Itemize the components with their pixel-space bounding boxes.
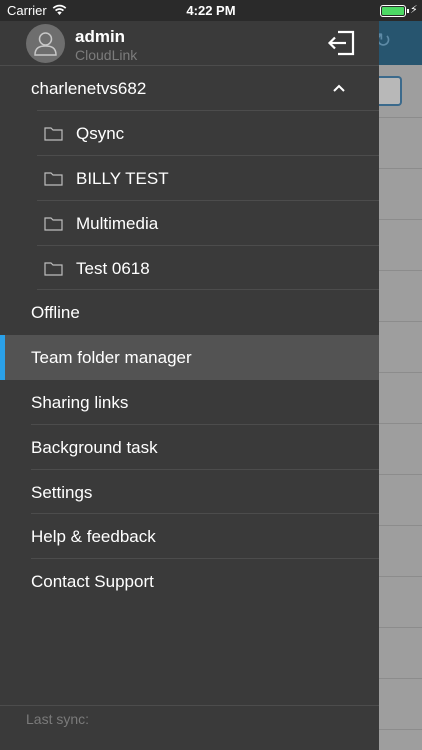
folder-icon <box>44 127 63 141</box>
user-icon[interactable] <box>26 24 65 63</box>
chevron-up-icon[interactable] <box>331 80 347 96</box>
folder-item-test-0618[interactable]: Test 0618 <box>0 246 379 291</box>
background-row-divider <box>379 168 422 169</box>
background-row-divider <box>379 117 422 118</box>
battery-level <box>382 7 404 15</box>
active-indicator <box>0 335 5 380</box>
background-row-divider <box>379 219 422 220</box>
charging-bolt-icon: ⚡ <box>410 4 418 16</box>
user-name: admin <box>75 27 126 46</box>
folder-icon <box>44 172 63 186</box>
drawer-header: admin CloudLink <box>0 21 379 65</box>
battery-icon <box>380 5 406 17</box>
folder-item-multimedia[interactable]: Multimedia <box>0 201 379 246</box>
menu-item-background-task[interactable]: Background task <box>0 425 379 470</box>
status-bar: Carrier 4:22 PM ⚡ <box>0 0 422 21</box>
background-row-divider <box>379 321 422 322</box>
menu-item-label: Help & feedback <box>31 527 156 546</box>
background-row-divider <box>379 729 422 730</box>
menu-item-sharing-links[interactable]: Sharing links <box>0 380 379 425</box>
server-row[interactable]: charlenetvs682 <box>0 66 379 111</box>
background-row-divider <box>379 576 422 577</box>
battery-nub <box>407 9 409 13</box>
folder-label: Qsync <box>76 124 125 143</box>
folder-icon <box>44 217 63 231</box>
menu-item-label: Contact Support <box>31 572 154 591</box>
folder-icon <box>44 262 63 276</box>
folder-item-billy-test[interactable]: BILLY TEST <box>0 156 379 201</box>
background-row-divider <box>379 474 422 475</box>
menu-item-label: Sharing links <box>31 393 129 412</box>
menu-item-label: Background task <box>31 438 158 457</box>
background-row-divider <box>379 525 422 526</box>
app-screen: ↻ Carrier 4:22 PM ⚡ admin CloudLink char… <box>0 0 422 750</box>
background-search-field <box>376 76 402 106</box>
menu-item-team-folder-manager[interactable]: Team folder manager <box>0 335 379 380</box>
menu-item-label: Settings <box>31 483 93 502</box>
logout-icon[interactable] <box>326 29 356 57</box>
last-sync-label: Last sync: <box>26 711 90 727</box>
clock: 4:22 PM <box>186 3 236 18</box>
menu-item-contact-support[interactable]: Contact Support <box>0 559 379 604</box>
background-row-divider <box>379 372 422 373</box>
user-subtitle: CloudLink <box>75 47 138 63</box>
folder-label: Multimedia <box>76 214 159 233</box>
folder-label: BILLY TEST <box>76 169 169 188</box>
background-row-divider <box>379 423 422 424</box>
background-row-divider <box>379 627 422 628</box>
footer-divider <box>0 705 379 706</box>
menu-item-label: Team folder manager <box>31 348 192 367</box>
avatar-silhouette <box>34 32 57 56</box>
navigation-drawer: admin CloudLink charlenetvs682 Qsync BIL… <box>0 21 379 750</box>
background-row-divider <box>379 270 422 271</box>
menu-item-help-feedback[interactable]: Help & feedback <box>0 514 379 559</box>
server-name: charlenetvs682 <box>31 79 147 98</box>
folder-label: Test 0618 <box>76 259 150 278</box>
menu-item-offline[interactable]: Offline <box>0 290 379 335</box>
menu-item-label: Offline <box>31 303 80 322</box>
menu-item-settings[interactable]: Settings <box>0 470 379 515</box>
background-row-divider <box>379 678 422 679</box>
folder-item-qsync[interactable]: Qsync <box>0 111 379 156</box>
